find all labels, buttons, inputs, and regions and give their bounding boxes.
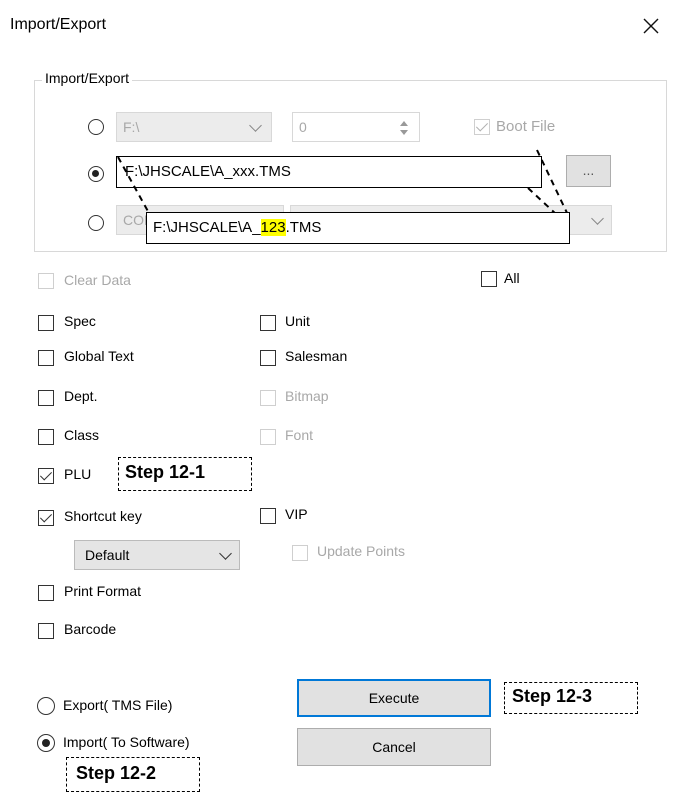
dept-label: Dept. xyxy=(64,388,98,404)
update-points-label: Update Points xyxy=(317,543,405,559)
shortcut-combo[interactable]: Default xyxy=(74,540,240,570)
unit-label: Unit xyxy=(285,313,310,329)
cancel-button[interactable]: Cancel xyxy=(297,728,491,766)
export-label: Export( TMS File) xyxy=(63,697,173,713)
vip-label: VIP xyxy=(285,506,308,522)
callout-path-prefix: F:\JHSCALE\A_ xyxy=(153,219,261,236)
execute-button[interactable]: Execute xyxy=(297,679,491,717)
shortcut-key-checkbox[interactable] xyxy=(38,510,54,526)
callout-path-highlight: 123 xyxy=(260,219,286,236)
dept-checkbox[interactable] xyxy=(38,390,54,406)
barcode-checkbox[interactable] xyxy=(38,623,54,639)
chevron-down-icon xyxy=(219,547,232,560)
plu-checkbox[interactable] xyxy=(38,468,54,484)
print-format-checkbox[interactable] xyxy=(38,585,54,601)
all-label: All xyxy=(504,270,520,286)
callout-path-text: F:\JHSCALE\A_123.TMS xyxy=(153,219,321,236)
global-text-label: Global Text xyxy=(64,348,134,364)
shortcut-key-label: Shortcut key xyxy=(64,508,142,524)
clear-data-label: Clear Data xyxy=(64,272,131,288)
clear-data-checkbox[interactable] xyxy=(38,273,54,289)
spec-checkbox[interactable] xyxy=(38,315,54,331)
salesman-checkbox[interactable] xyxy=(260,350,276,366)
print-format-label: Print Format xyxy=(64,583,142,599)
unit-checkbox[interactable] xyxy=(260,315,276,331)
import-label: Import( To Software) xyxy=(63,734,190,750)
update-points-checkbox[interactable] xyxy=(292,545,308,561)
global-text-checkbox[interactable] xyxy=(38,350,54,366)
font-checkbox[interactable] xyxy=(260,429,276,445)
all-checkbox[interactable] xyxy=(481,271,497,287)
radio-export[interactable] xyxy=(37,697,55,715)
vip-checkbox[interactable] xyxy=(260,508,276,524)
step-12-3-callout: Step 12-3 xyxy=(504,682,638,714)
radio-import[interactable] xyxy=(37,734,55,752)
class-label: Class xyxy=(64,427,100,443)
callout-path-suffix: .TMS xyxy=(285,219,322,236)
shortcut-combo-value: Default xyxy=(85,547,130,563)
step-12-2-callout: Step 12-2 xyxy=(66,757,200,792)
step-12-1-callout: Step 12-1 xyxy=(118,457,252,491)
bitmap-checkbox[interactable] xyxy=(260,390,276,406)
font-label: Font xyxy=(285,427,314,443)
spec-label: Spec xyxy=(64,313,96,329)
barcode-label: Barcode xyxy=(64,621,117,637)
bitmap-label: Bitmap xyxy=(285,388,329,404)
class-checkbox[interactable] xyxy=(38,429,54,445)
callout-path-box: F:\JHSCALE\A_123.TMS xyxy=(146,212,570,244)
salesman-label: Salesman xyxy=(285,348,348,364)
plu-label: PLU xyxy=(64,466,92,482)
